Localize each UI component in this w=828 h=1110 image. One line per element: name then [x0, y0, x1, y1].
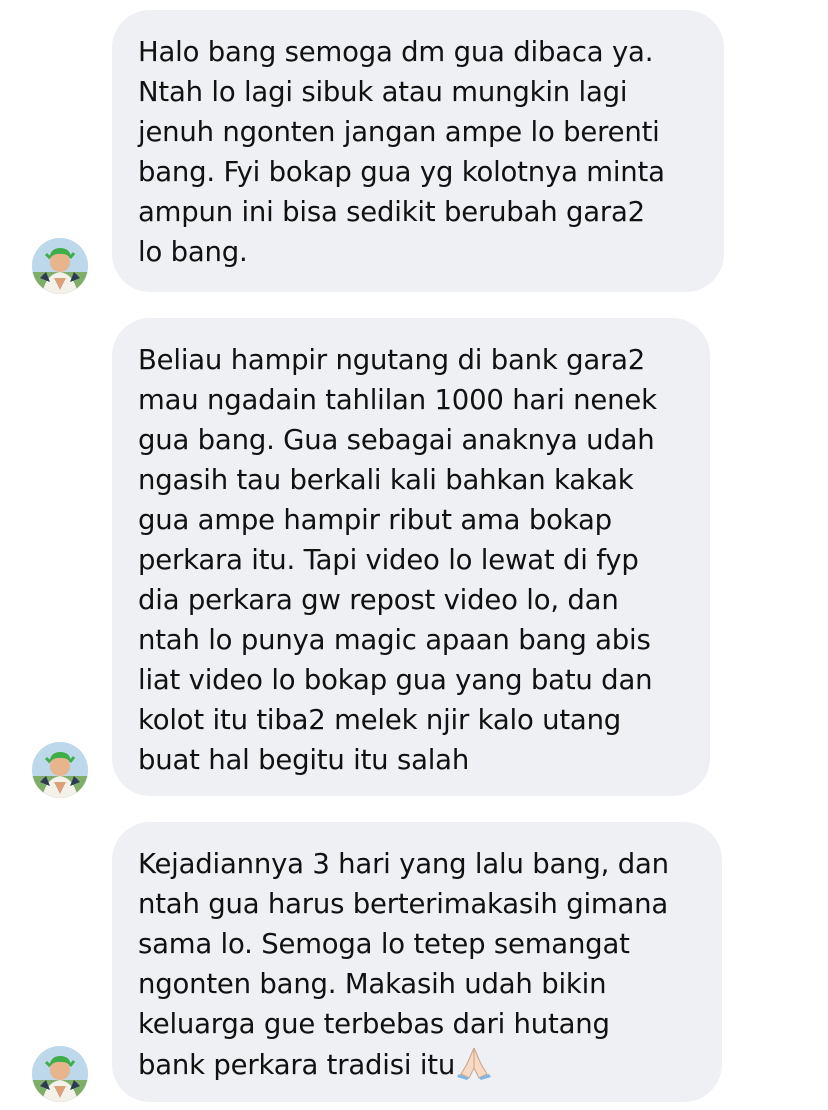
sender-avatar[interactable]: [32, 742, 88, 798]
message-row: Halo bang semoga dm gua dibaca ya. Ntah …: [0, 0, 828, 300]
message-text-body: Kejadiannya 3 hari yang lalu bang, dan n…: [138, 848, 669, 1081]
sender-avatar[interactable]: [32, 238, 88, 294]
message-row: Kejadiannya 3 hari yang lalu bang, dan n…: [0, 805, 828, 1110]
message-text: Kejadiannya 3 hari yang lalu bang, dan n…: [138, 844, 696, 1085]
avatar-image: [32, 742, 88, 798]
avatar-image: [32, 238, 88, 294]
message-text: Beliau hampir ngutang di bank gara2 mau …: [138, 344, 657, 776]
chat-thread: Halo bang semoga dm gua dibaca ya. Ntah …: [0, 0, 828, 1110]
message-bubble[interactable]: Beliau hampir ngutang di bank gara2 mau …: [112, 318, 710, 796]
folded-hands-icon: [455, 1044, 493, 1080]
message-bubble[interactable]: Kejadiannya 3 hari yang lalu bang, dan n…: [112, 822, 722, 1102]
avatar-image: [32, 1046, 88, 1102]
sender-avatar[interactable]: [32, 1046, 88, 1102]
message-bubble[interactable]: Halo bang semoga dm gua dibaca ya. Ntah …: [112, 10, 724, 292]
message-text: Halo bang semoga dm gua dibaca ya. Ntah …: [138, 36, 665, 268]
message-row: Beliau hampir ngutang di bank gara2 mau …: [0, 300, 828, 805]
